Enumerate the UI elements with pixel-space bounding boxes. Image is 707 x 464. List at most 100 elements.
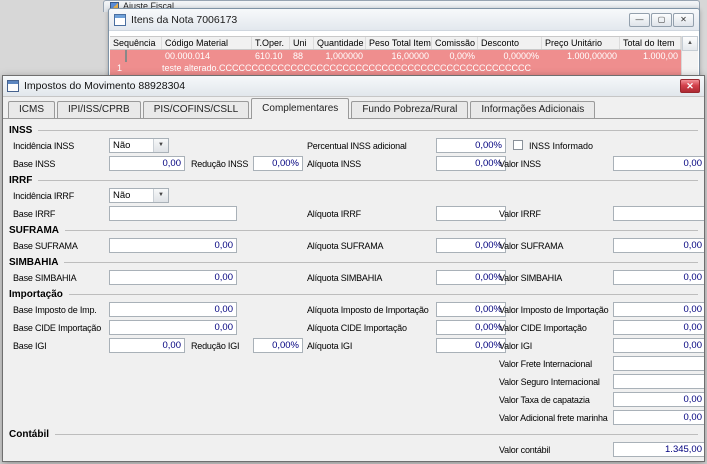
valor-frete-internacional-label: Valor Frete Internacional [499,359,592,369]
base-irrf-label: Base IRRF [13,209,56,219]
tab-informacoes-adicionais[interactable]: Informações Adicionais [470,101,596,118]
incidencia-inss-select[interactable]: Não ▼ [109,138,169,153]
valor-inss-label: Valor INSS [499,159,541,169]
valor-irrf-field[interactable] [613,206,704,221]
section-divider [55,433,698,435]
row-description: teste alterado.CCCCCCCCCCCCCCCCCCCCCCCCC… [162,63,532,73]
valor-contabil-field[interactable]: 1.345,00 [613,442,704,457]
base-cide-importacao-label: Base CIDE Importação [13,323,102,333]
column-header-toper[interactable]: T.Oper. [252,37,290,49]
column-header-total-do-item[interactable]: Total do Item [620,37,681,49]
maximize-button[interactable]: ▢ [651,12,672,27]
aliquota-inss-field[interactable]: 0,00% [436,156,506,171]
column-header-codigo-material[interactable]: Código Material [162,37,252,49]
section-title-suframa: SUFRAMA [9,224,59,236]
items-window-titlebar[interactable]: Itens da Nota 7006173 — ▢ ✕ [109,9,699,31]
minimize-icon: — [635,14,644,24]
aliquota-simbahia-field[interactable]: 0,00% [436,270,506,285]
base-igi-field[interactable]: 0,00 [109,338,185,353]
valor-seguro-internacional-field[interactable] [613,374,704,389]
valor-adicional-frete-marinha-field[interactable]: 0,00 [613,410,704,425]
column-header-sequencia[interactable]: Sequência [110,37,162,49]
base-simbahia-label: Base SIMBAHIA [13,273,77,283]
column-header-desconto[interactable]: Desconto [478,37,542,49]
section-divider [38,129,698,131]
section-title-importacao: Importação [9,288,63,300]
section-title-contabil: Contábil [9,428,49,440]
dialog-close-button[interactable]: ✕ [680,79,700,93]
base-simbahia-field[interactable]: 0,00 [109,270,237,285]
table-row[interactable]: 00.000.014 610.10 88 1,000000 16,00000 0… [110,50,681,75]
tab-icms[interactable]: ICMS [8,101,55,118]
valor-imposto-importacao-field[interactable]: 0,00 [613,302,704,317]
column-header-peso-total-item[interactable]: Peso Total Item [366,37,432,49]
dialog-titlebar[interactable]: Impostos do Movimento 88928304 ✕ [3,76,704,97]
aliquota-suframa-field[interactable]: 0,00% [436,238,506,253]
reducao-inss-label: Redução INSS [191,159,249,169]
incidencia-inss-label: Incidência INSS [13,141,75,151]
valor-simbahia-field[interactable]: 0,00 [613,270,704,285]
valor-suframa-field[interactable]: 0,00 [613,238,704,253]
inss-informado-label: INSS Informado [529,141,594,151]
aliquota-igi-field[interactable]: 0,00% [436,338,506,353]
base-cide-importacao-field[interactable]: 0,00 [109,320,237,335]
close-button[interactable]: ✕ [673,12,694,27]
close-icon: ✕ [686,81,694,91]
valor-igi-field[interactable]: 0,00 [613,338,704,353]
section-title-simbahia: SIMBAHIA [9,256,59,268]
incidencia-inss-value: Não [113,140,131,151]
cell-comissao: 0,00% [449,51,475,61]
valor-adicional-frete-marinha-label: Valor Adicional frete marinha [499,413,608,423]
aliquota-irrf-label: Alíquota IRRF [307,209,361,219]
tab-pis-cofins-csll[interactable]: PIS/COFINS/CSLL [142,101,250,118]
valor-irrf-label: Valor IRRF [499,209,541,219]
reducao-inss-field[interactable]: 0,00% [253,156,303,171]
items-window-title: Itens da Nota 7006173 [131,13,238,26]
valor-taxa-capatazia-label: Valor Taxa de capatazia [499,395,590,405]
base-suframa-field[interactable]: 0,00 [109,238,237,253]
aliquota-cide-importacao-field[interactable]: 0,00% [436,320,506,335]
tab-strip: ICMS IPI/ISS/CPRB PIS/COFINS/CSLL Comple… [3,97,704,119]
valor-frete-internacional-field[interactable] [613,356,704,371]
column-header-quantidade[interactable]: Quantidade [314,37,366,49]
reducao-igi-label: Redução IGI [191,341,240,351]
aliquota-simbahia-label: Alíquota SIMBAHIA [307,273,383,283]
valor-igi-label: Valor IGI [499,341,533,351]
column-header-preco-unitario[interactable]: Preço Unitário [542,37,620,49]
valor-cide-importacao-label: Valor CIDE Importação [499,323,587,333]
section-divider [65,229,698,231]
aliquota-irrf-field[interactable] [436,206,506,221]
dialog-title: Impostos do Movimento 88928304 [24,80,186,92]
aliquota-inss-label: Alíquota INSS [307,159,361,169]
scroll-up-button[interactable]: ▲ [682,36,698,51]
inss-informado-checkbox[interactable] [513,140,523,150]
tab-complementares[interactable]: Complementares [251,98,350,119]
chevron-down-icon: ▼ [153,189,168,202]
base-irrf-field[interactable] [109,206,237,221]
base-inss-label: Base INSS [13,159,56,169]
tab-ipi-iss-cprb[interactable]: IPI/ISS/CPRB [57,101,141,118]
base-igi-label: Base IGI [13,341,47,351]
aliquota-suframa-label: Alíquota SUFRAMA [307,241,384,251]
base-imposto-imp-field[interactable]: 0,00 [109,302,237,317]
window-icon [114,13,126,26]
valor-taxa-capatazia-field[interactable]: 0,00 [613,392,704,407]
section-title-inss: INSS [9,124,33,136]
cell-codigo-material: 00.000.014 [165,51,211,61]
impostos-dialog: Impostos do Movimento 88928304 ✕ ICMS IP… [2,75,705,462]
column-header-comissao[interactable]: Comissão [432,37,478,49]
reducao-igi-field[interactable]: 0,00% [253,338,303,353]
valor-cide-importacao-field[interactable]: 0,00 [613,320,704,335]
valor-inss-field[interactable]: 0,00 [613,156,704,171]
base-inss-field[interactable]: 0,00 [109,156,185,171]
row-select-checkbox[interactable] [125,50,127,62]
tab-fundo-pobreza-rural[interactable]: Fundo Pobreza/Rural [351,101,469,118]
aliquota-imposto-importacao-field[interactable]: 0,00% [436,302,506,317]
percentual-inss-adicional-field[interactable]: 0,00% [436,138,506,153]
column-header-uni[interactable]: Uni [290,37,314,49]
minimize-button[interactable]: — [629,12,650,27]
valor-simbahia-label: Valor SIMBAHIA [499,273,563,283]
incidencia-irrf-select[interactable]: Não ▼ [109,188,169,203]
items-grid-header: Sequência Código Material T.Oper. Uni Qu… [110,36,681,50]
aliquota-cide-importacao-label: Alíquota CIDE Importação [307,323,407,333]
